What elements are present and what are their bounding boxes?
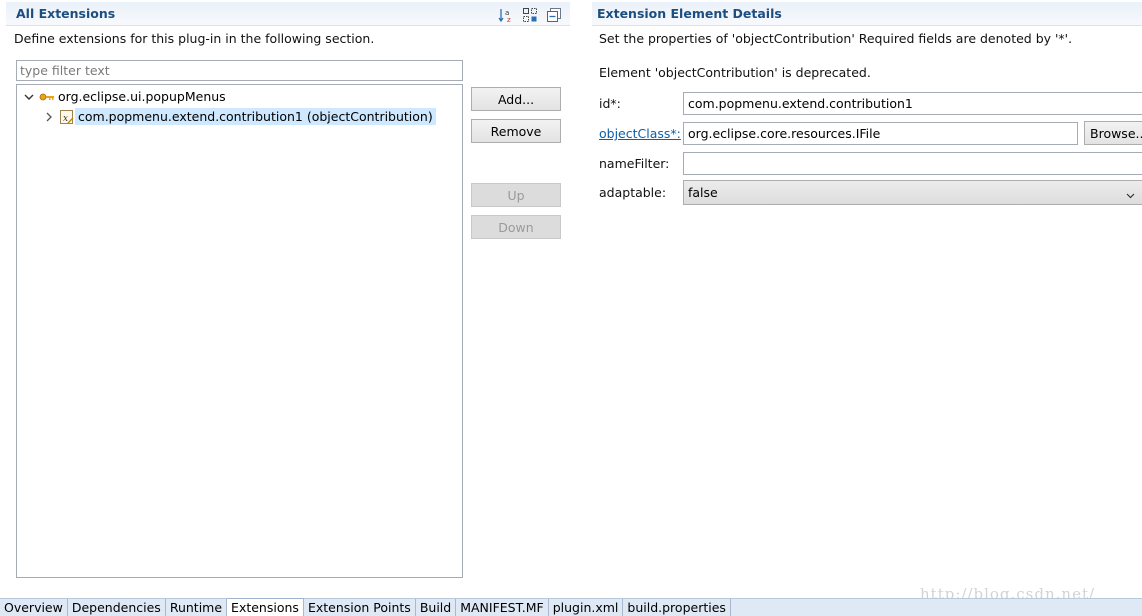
deprecated-note: Element 'objectContribution' is deprecat… <box>599 65 871 80</box>
tree-row-contribution[interactable]: x com.popmenu.extend.contribution1 (obje… <box>43 107 436 126</box>
remove-button[interactable]: Remove <box>471 119 561 143</box>
header-toolbar: a z <box>498 7 562 24</box>
id-label: id*: <box>599 96 621 111</box>
tree-label-popupmenus: org.eclipse.ui.popupMenus <box>58 89 226 104</box>
sort-alpha-icon[interactable]: a z <box>498 7 514 24</box>
adaptable-value: false <box>688 185 718 200</box>
up-button[interactable]: Up <box>471 183 561 207</box>
adaptable-select[interactable]: false <box>683 180 1142 205</box>
tab-build-properties[interactable]: build.properties <box>623 599 731 616</box>
svg-text:z: z <box>507 16 511 23</box>
plugin-manifest-editor: All Extensions a z Define extensions for… <box>0 0 1142 616</box>
all-extensions-title: All Extensions <box>16 6 116 21</box>
tab-extensions[interactable]: Extensions <box>227 598 304 616</box>
namefilter-field[interactable] <box>683 152 1142 175</box>
adaptable-label: adaptable: <box>599 185 667 200</box>
tree-label-contribution: com.popmenu.extend.contribution1 (object… <box>75 108 436 125</box>
filter-input[interactable] <box>16 60 463 81</box>
extension-plug-icon <box>39 91 55 103</box>
tab-plugin-xml[interactable]: plugin.xml <box>549 599 624 616</box>
id-field[interactable]: com.popmenu.extend.contribution1 <box>683 92 1142 115</box>
tab-runtime[interactable]: Runtime <box>166 599 228 616</box>
element-details-description: Set the properties of 'objectContributio… <box>599 31 1073 46</box>
tab-manifest-mf[interactable]: MANIFEST.MF <box>456 599 549 616</box>
extensions-tree[interactable]: org.eclipse.ui.popupMenus x com.popmenu.… <box>16 84 463 578</box>
collapse-all-icon[interactable] <box>546 7 562 23</box>
element-x-icon: x <box>59 109 75 125</box>
objectclass-link[interactable]: objectClass*: <box>599 126 681 141</box>
svg-text:x: x <box>63 114 68 124</box>
tree-row-popupmenus[interactable]: org.eclipse.ui.popupMenus <box>23 87 229 106</box>
element-details-header: Extension Element Details <box>592 2 1142 26</box>
tab-extension-points[interactable]: Extension Points <box>304 599 416 616</box>
add-button[interactable]: Add... <box>471 87 561 111</box>
all-extensions-header: All Extensions a z <box>6 2 570 26</box>
all-extensions-description: Define extensions for this plug-in in th… <box>14 31 375 46</box>
tab-build[interactable]: Build <box>416 599 457 616</box>
element-details-title: Extension Element Details <box>597 6 782 21</box>
chevron-right-icon[interactable] <box>43 111 55 123</box>
chevron-down-icon[interactable] <box>23 91 35 103</box>
objectclass-field[interactable]: org.eclipse.core.resources.IFile <box>683 122 1078 145</box>
down-button[interactable]: Down <box>471 215 561 239</box>
tab-dependencies[interactable]: Dependencies <box>68 599 166 616</box>
browse-button[interactable]: Browse... <box>1084 121 1142 145</box>
show-extension-element-icon[interactable] <box>522 7 538 23</box>
chevron-down-icon <box>1126 188 1135 199</box>
namefilter-label: nameFilter: <box>599 156 670 171</box>
editor-tab-bar: Overview Dependencies Runtime Extensions… <box>0 598 1142 616</box>
tab-overview[interactable]: Overview <box>0 599 68 616</box>
